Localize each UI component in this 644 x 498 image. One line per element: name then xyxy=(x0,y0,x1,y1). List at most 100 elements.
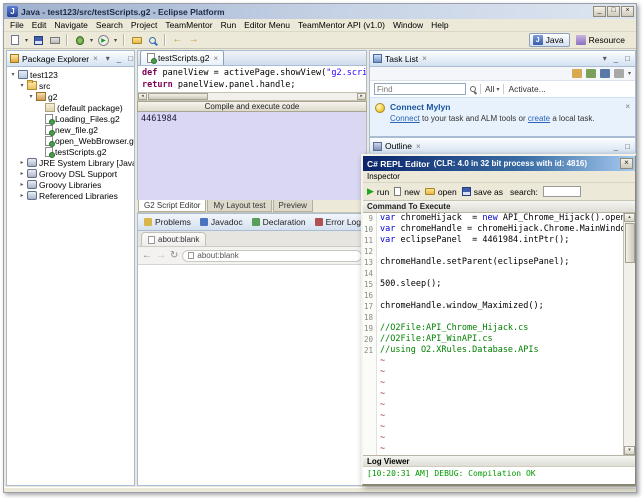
scroll-right-icon[interactable]: ▸ xyxy=(357,93,366,100)
minimize-view-icon[interactable]: _ xyxy=(612,54,620,63)
repl-title-bar[interactable]: C# REPL Editor (CLR: 4.0 in 32 bit proce… xyxy=(363,156,635,171)
close-button[interactable]: × xyxy=(621,6,634,17)
view-tab-error-log[interactable]: Error Log xyxy=(311,214,365,230)
tree-item-testscripts-g2[interactable]: testScripts.g2 xyxy=(7,146,134,157)
repl-code[interactable]: 9var chromeHijack = new API_Chrome_Hijac… xyxy=(363,213,623,455)
editor-tab-testscripts[interactable]: testScripts.g2 × xyxy=(140,50,224,65)
menu-teammentor-api-v1-0[interactable]: TeamMentor API (v1.0) xyxy=(294,20,389,30)
view-menu-icon[interactable]: ▾ xyxy=(601,54,609,63)
tree-item-referenced-libraries[interactable]: ▸Referenced Libraries xyxy=(7,190,134,201)
menu-project[interactable]: Project xyxy=(127,20,161,30)
page-tab-my-layout-test[interactable]: My Layout test xyxy=(207,200,271,212)
save-button[interactable] xyxy=(31,33,46,47)
close-icon[interactable]: × xyxy=(93,54,98,63)
minimize-view-icon[interactable]: _ xyxy=(115,54,123,63)
maximize-view-icon[interactable]: □ xyxy=(623,142,632,151)
menu-teammentor[interactable]: TeamMentor xyxy=(161,20,216,30)
find-input[interactable] xyxy=(374,83,466,95)
minimize-button[interactable]: _ xyxy=(593,6,606,17)
tree-item-loading-files-g2[interactable]: Loading_Files.g2 xyxy=(7,113,134,124)
close-icon[interactable]: × xyxy=(625,102,630,132)
menu-run[interactable]: Run xyxy=(217,20,241,30)
menu-edit[interactable]: Edit xyxy=(28,20,51,30)
view-tab-javadoc[interactable]: Javadoc xyxy=(196,214,247,230)
close-icon[interactable]: × xyxy=(416,142,421,151)
create-local-task-link[interactable]: create xyxy=(528,114,550,123)
back-icon[interactable]: ← xyxy=(142,251,152,261)
tree-item-src[interactable]: ▾src xyxy=(7,80,134,91)
expand-arrow-icon[interactable]: ▸ xyxy=(18,192,26,199)
menu-file[interactable]: File xyxy=(6,20,28,30)
close-icon[interactable]: × xyxy=(214,54,219,63)
menu-search[interactable]: Search xyxy=(92,20,127,30)
tree-item-new-file-g2[interactable]: new_file.g2 xyxy=(7,124,134,135)
toolbar-dropdown-icon[interactable]: ▾ xyxy=(628,70,631,77)
debug-button[interactable] xyxy=(72,33,87,47)
save-as-button[interactable]: save as xyxy=(462,187,503,197)
view-tab-problems[interactable]: Problems xyxy=(140,214,195,230)
expand-arrow-icon[interactable]: ▾ xyxy=(27,93,35,100)
run-button[interactable]: ▶ xyxy=(96,33,111,47)
tree-item-g2[interactable]: ▾g2 xyxy=(7,91,134,102)
close-button[interactable]: × xyxy=(620,158,633,169)
new-button[interactable]: new xyxy=(394,187,420,197)
expand-arrow-icon[interactable]: ▾ xyxy=(9,71,17,78)
scroll-left-icon[interactable]: ◂ xyxy=(138,93,147,100)
new-project-button[interactable] xyxy=(129,33,144,47)
tree-item-jre-system-library-javase-1-7[interactable]: ▸JRE System Library [JavaSE-1.7] xyxy=(7,157,134,168)
tree-item-open-webbrowser-g2[interactable]: open_WebBrowser.g2 xyxy=(7,135,134,146)
browser-tab[interactable]: about:blank xyxy=(141,232,206,246)
expand-arrow-icon[interactable]: ▾ xyxy=(18,82,26,89)
connect-link[interactable]: Connect xyxy=(390,114,420,123)
scroll-up-icon[interactable]: ▴ xyxy=(624,213,635,222)
scroll-down-icon[interactable]: ▾ xyxy=(624,446,635,455)
forward-icon[interactable]: → xyxy=(156,251,166,261)
filter-icon[interactable] xyxy=(614,69,624,78)
expand-arrow-icon[interactable]: ▸ xyxy=(18,181,26,188)
view-menu-icon[interactable]: ▾ xyxy=(104,54,112,63)
editor-code[interactable]: def panelView = activePage.showView("g2.… xyxy=(137,66,367,92)
compile-execute-button[interactable]: Compile and execute code xyxy=(137,101,367,112)
synchronize-icon[interactable] xyxy=(600,69,610,78)
refresh-icon[interactable]: ↻ xyxy=(170,251,178,261)
menu-help[interactable]: Help xyxy=(427,20,452,30)
scrollbar-thumb[interactable] xyxy=(148,93,208,100)
run-dropdown-icon[interactable]: ▾ xyxy=(112,37,119,44)
expand-arrow-icon[interactable]: ▸ xyxy=(18,159,26,166)
new-dropdown-icon[interactable]: ▾ xyxy=(23,37,30,44)
menu-editor-menu[interactable]: Editor Menu xyxy=(240,20,294,30)
new-task-icon[interactable] xyxy=(572,69,582,78)
view-tab-declaration[interactable]: Declaration xyxy=(248,214,310,230)
perspective-java[interactable]: JJava xyxy=(529,33,570,47)
menu-window[interactable]: Window xyxy=(389,20,427,30)
url-bar[interactable]: about:blank xyxy=(182,250,362,262)
vertical-scrollbar[interactable]: ▴ ▾ xyxy=(623,213,635,455)
tree-item-test123[interactable]: ▾test123 xyxy=(7,69,134,80)
open-button[interactable]: open xyxy=(425,187,457,197)
page-tab-preview[interactable]: Preview xyxy=(273,200,313,212)
debug-dropdown-icon[interactable]: ▾ xyxy=(88,37,95,44)
new-wizard-button[interactable] xyxy=(7,33,22,47)
menu-navigate[interactable]: Navigate xyxy=(50,20,92,30)
repl-code-area[interactable]: 9var chromeHijack = new API_Chrome_Hijac… xyxy=(363,213,635,455)
print-button[interactable] xyxy=(47,33,62,47)
tree-item-default-package[interactable]: (default package) xyxy=(7,102,134,113)
back-button[interactable]: ← xyxy=(170,33,185,47)
maximize-view-icon[interactable]: □ xyxy=(623,54,632,63)
scrollbar-thumb[interactable] xyxy=(625,223,635,263)
page-tab-g2-script-editor[interactable]: G2 Script Editor xyxy=(138,200,206,212)
all-filter-button[interactable]: All ▾ xyxy=(485,84,499,94)
expand-arrow-icon[interactable]: ▸ xyxy=(18,170,26,177)
maximize-button[interactable]: □ xyxy=(607,6,620,17)
search-button[interactable] xyxy=(145,33,160,47)
run-button[interactable]: ▶ run xyxy=(367,187,389,197)
tree-item-groovy-dsl-support[interactable]: ▸Groovy DSL Support xyxy=(7,168,134,179)
execution-output[interactable]: 4461984 xyxy=(137,112,367,200)
categorize-icon[interactable] xyxy=(586,69,596,78)
tree-item-groovy-libraries[interactable]: ▸Groovy Libraries xyxy=(7,179,134,190)
perspective-resource[interactable]: Resource xyxy=(572,33,631,47)
minimize-view-icon[interactable]: _ xyxy=(612,142,620,151)
close-icon[interactable]: × xyxy=(422,54,427,63)
horizontal-scrollbar[interactable]: ◂ ▸ xyxy=(137,92,367,101)
forward-button[interactable]: → xyxy=(186,33,201,47)
